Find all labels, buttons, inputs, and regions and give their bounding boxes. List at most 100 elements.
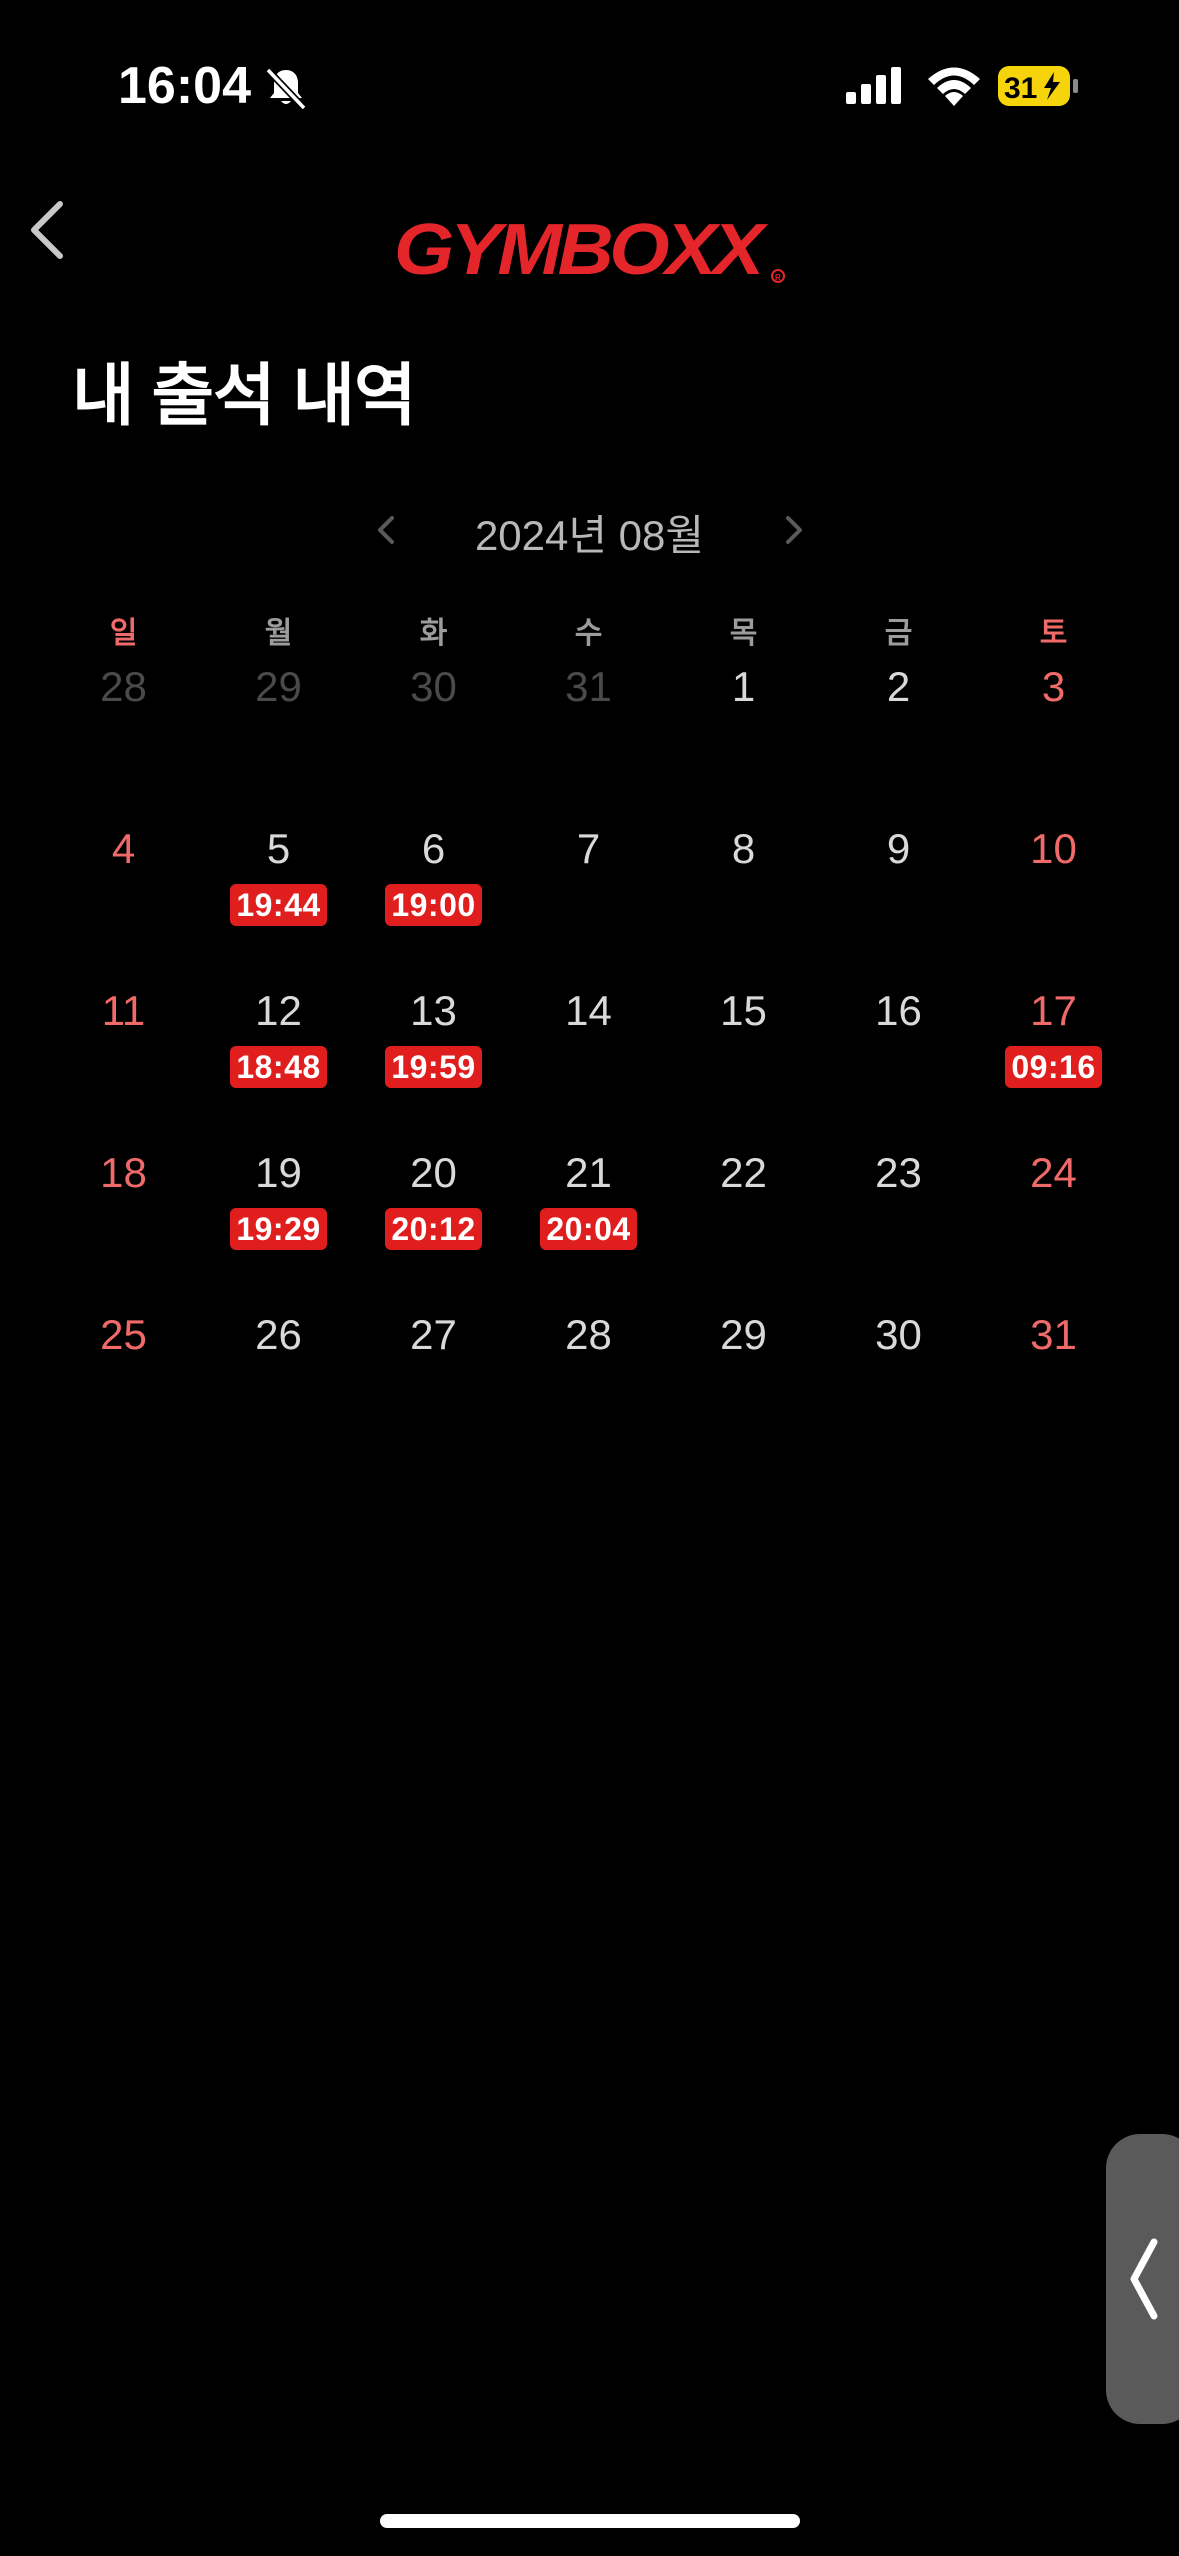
calendar-day[interactable]: 23 [821, 1148, 976, 1310]
calendar-day[interactable]: 11 [46, 986, 201, 1148]
attendance-time-badge: 20:04 [540, 1208, 637, 1250]
day-number: 26 [255, 1311, 302, 1358]
calendar-day[interactable]: 1 [666, 662, 821, 824]
battery-level: 31 [1004, 72, 1037, 105]
battery-charging-icon: 31 [998, 66, 1080, 106]
day-number: 7 [576, 825, 601, 872]
day-number: 22 [720, 1149, 767, 1196]
day-number: 16 [875, 987, 922, 1034]
calendar-day[interactable]: 30 [356, 662, 511, 824]
day-number: 30 [410, 663, 457, 710]
calendar-day[interactable]: 5 19:44 [201, 824, 356, 986]
day-number: 23 [875, 1149, 922, 1196]
calendar-day[interactable]: 31 [976, 1310, 1131, 1472]
attendance-time-badge: 19:59 [385, 1046, 482, 1088]
calendar-day[interactable]: 22 [666, 1148, 821, 1310]
calendar-day[interactable]: 24 [976, 1148, 1131, 1310]
calendar-day[interactable]: 16 [821, 986, 976, 1148]
day-number: 9 [886, 825, 911, 872]
bell-slash-icon [265, 67, 307, 111]
day-number: 31 [565, 663, 612, 710]
day-number: 27 [410, 1311, 457, 1358]
day-number: 29 [255, 663, 302, 710]
day-number: 13 [410, 987, 457, 1034]
calendar-day[interactable]: 28 [511, 1310, 666, 1472]
calendar-day[interactable]: 7 [511, 824, 666, 986]
home-indicator[interactable] [380, 2514, 800, 2528]
attendance-time-badge: 18:48 [230, 1046, 327, 1088]
day-number: 20 [410, 1149, 457, 1196]
calendar-day[interactable]: 28 [46, 662, 201, 824]
day-number: 10 [1030, 825, 1077, 872]
side-panel-handle[interactable] [1106, 2134, 1179, 2424]
calendar-day[interactable]: 29 [201, 662, 356, 824]
calendar-day[interactable]: 4 [46, 824, 201, 986]
calendar-day[interactable]: 8 [666, 824, 821, 986]
calendar-grid: 28 29 30 31 1 2 3 4 5 19:44 6 19:00 7 8 9 10 11 12 18:48 13… [46, 662, 1131, 1472]
attendance-time-badge: 19:29 [230, 1208, 327, 1250]
chevron-left-icon [31, 201, 63, 259]
calendar-day[interactable]: 12 18:48 [201, 986, 356, 1148]
calendar-week: 18 19 19:29 20 20:12 21 20:04 22 23 24 [46, 1148, 1131, 1310]
day-number: 25 [100, 1311, 147, 1358]
day-number: 17 [1030, 987, 1077, 1034]
day-number: 28 [100, 663, 147, 710]
calendar-day[interactable]: 18 [46, 1148, 201, 1310]
back-button[interactable] [20, 190, 90, 270]
day-number: 18 [100, 1149, 147, 1196]
calendar-day[interactable]: 26 [201, 1310, 356, 1472]
wifi-icon [928, 67, 980, 106]
day-number: 31 [1030, 1311, 1077, 1358]
calendar-day[interactable]: 13 19:59 [356, 986, 511, 1148]
calendar-day[interactable]: 30 [821, 1310, 976, 1472]
day-number: 28 [565, 1311, 612, 1358]
calendar-day[interactable]: 25 [46, 1310, 201, 1472]
calendar-day[interactable]: 2 [821, 662, 976, 824]
weekday-wed: 수 [574, 617, 603, 650]
calendar-day[interactable]: 6 19:00 [356, 824, 511, 986]
day-number: 4 [111, 825, 136, 872]
calendar-day[interactable]: 3 [976, 662, 1131, 824]
signal-icon [846, 67, 901, 104]
calendar-day[interactable]: 15 [666, 986, 821, 1148]
calendar-day[interactable]: 21 20:04 [511, 1148, 666, 1310]
day-number: 21 [565, 1149, 612, 1196]
day-number: 12 [255, 987, 302, 1034]
calendar-week: 25 26 27 28 29 30 31 [46, 1310, 1131, 1472]
attendance-time-badge: 09:16 [1005, 1046, 1102, 1088]
calendar-day[interactable]: 17 09:16 [976, 986, 1131, 1148]
calendar-day[interactable]: 31 [511, 662, 666, 824]
calendar-day[interactable]: 10 [976, 824, 1131, 986]
calendar-week: 11 12 18:48 13 19:59 14 15 16 17 09:16 [46, 986, 1131, 1148]
calendar-week: 28 29 30 31 1 2 3 [46, 662, 1131, 824]
day-number: 30 [875, 1311, 922, 1358]
weekday-header: 일 월 화 수 목 금 토 [46, 606, 1131, 662]
month-navigation: 2024년 08월 [0, 490, 1179, 570]
weekday-fri: 금 [884, 617, 913, 650]
day-number: 6 [421, 825, 446, 872]
calendar-day[interactable]: 9 [821, 824, 976, 986]
day-number: 8 [731, 825, 756, 872]
weekday-mon: 월 [264, 617, 293, 650]
day-number: 24 [1030, 1149, 1077, 1196]
weekday-sat: 토 [1039, 617, 1068, 650]
calendar-day[interactable]: 14 [511, 986, 666, 1148]
calendar-day[interactable]: 27 [356, 1310, 511, 1472]
calendar-day[interactable]: 20 20:12 [356, 1148, 511, 1310]
gymboxx-logo: GYMBOXX R [394, 212, 785, 286]
day-number: 5 [266, 825, 291, 872]
weekday-sun: 일 [109, 617, 138, 650]
svg-text:R: R [775, 273, 781, 282]
day-number: 15 [720, 987, 767, 1034]
page-title: 내 출석 내역 [72, 358, 417, 434]
day-number: 1 [731, 663, 756, 710]
day-number: 14 [565, 987, 612, 1034]
attendance-time-badge: 20:12 [385, 1208, 482, 1250]
calendar-week: 4 5 19:44 6 19:00 7 8 9 10 [46, 824, 1131, 986]
calendar-day[interactable]: 19 19:29 [201, 1148, 356, 1310]
status-time: 16:04 [118, 57, 251, 115]
calendar-day[interactable]: 29 [666, 1310, 821, 1472]
day-number: 2 [886, 663, 911, 710]
next-month-button[interactable] [768, 500, 818, 560]
chevron-right-icon [786, 516, 802, 544]
